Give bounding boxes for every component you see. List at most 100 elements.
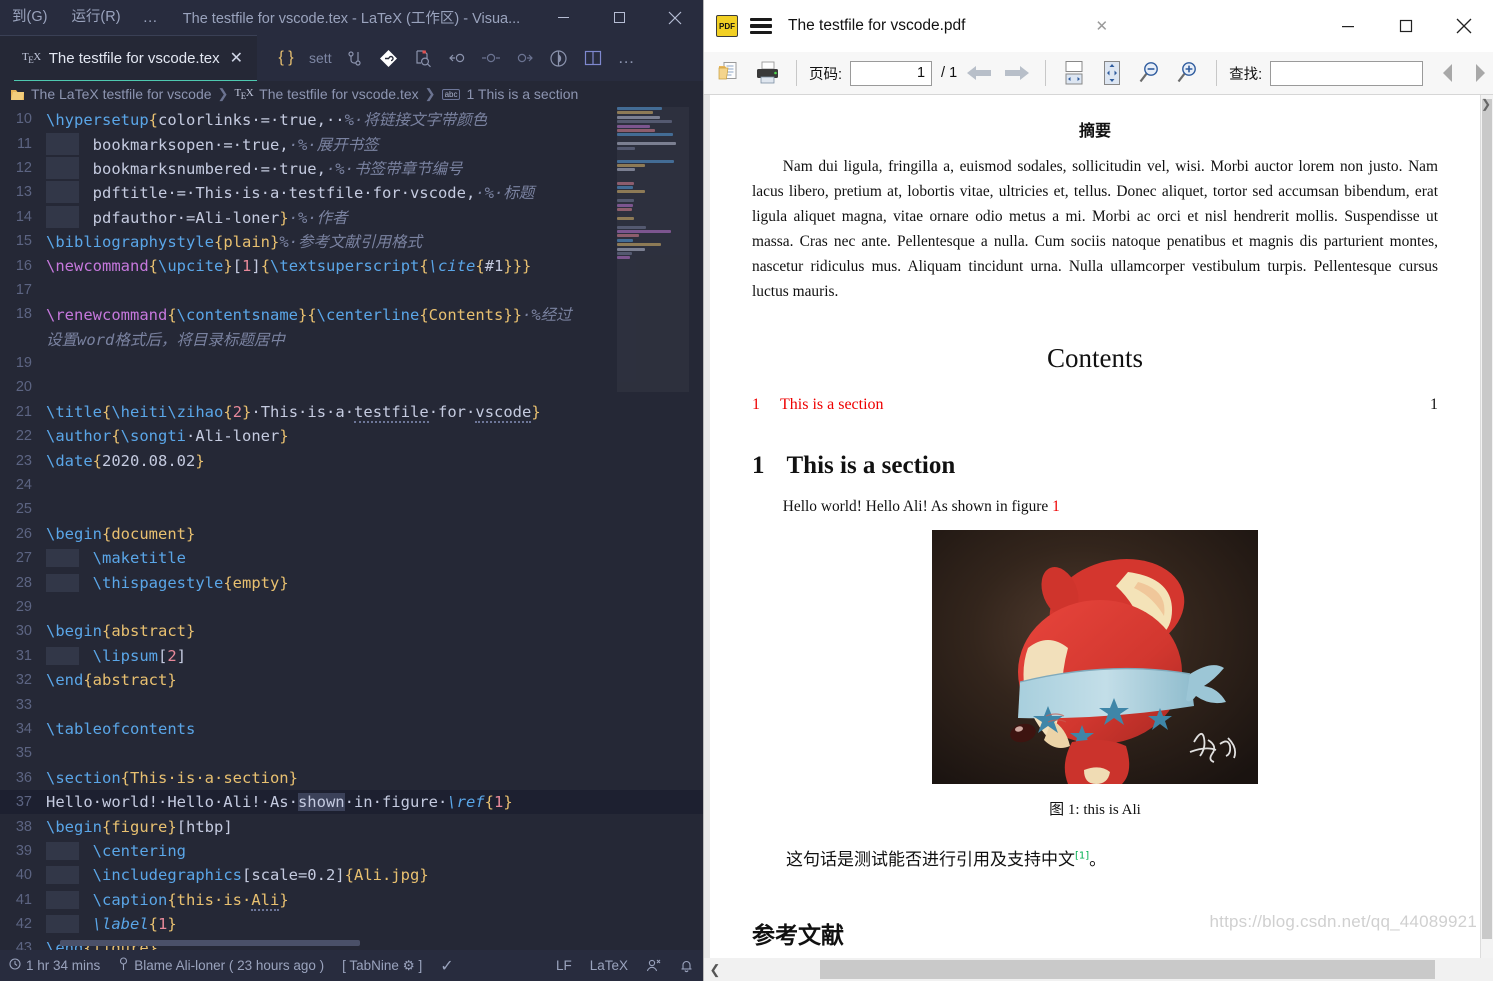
code-text[interactable]: Hello·world!·Hello·Ali!·As·shown·in·figu… [46,793,703,812]
code-text[interactable]: \date{2020.08.02} [46,452,703,470]
find-next-icon[interactable] [1467,57,1493,89]
code-text[interactable]: → \caption{this·is·Ali} [46,890,703,911]
code-line[interactable]: 14 → pdfauthor·=Ali-loner}·%·作者 [0,205,703,229]
code-text[interactable]: → \label{1} [46,915,703,934]
pdf-vertical-scrollbar[interactable]: ❯ [1480,95,1493,958]
code-editor[interactable]: 10 \hypersetup{colorlinks·=·true,··%·将链接文… [0,107,703,950]
code-text[interactable]: → pdfauthor·=Ali-loner}·%·作者 [46,205,703,228]
code-text[interactable]: \renewcommand{\contentsname}{\centerline… [46,303,703,325]
editor-horizontal-scrollbar[interactable] [46,940,613,950]
code-line[interactable]: 21 \title{\heiti\zihao{2}·This·is·a·testf… [0,400,703,424]
go-previous-icon[interactable] [440,36,474,80]
code-text[interactable]: \end{abstract} [46,671,703,689]
toc-entry[interactable]: 1 This is a section 1 [752,396,1438,414]
close-icon[interactable] [647,0,703,35]
close-icon[interactable]: ✕ [228,50,245,67]
code-line[interactable]: 29 [0,595,703,619]
chevron-down-icon[interactable]: ❯ [1481,97,1491,111]
code-line[interactable]: 41 → \caption{this·is·Ali} [0,888,703,912]
pdf-page-viewport[interactable]: 摘要 Nam dui ligula, fringilla a, euismod … [704,95,1493,958]
zoom-in-icon[interactable] [1172,57,1204,89]
code-text[interactable]: \hypersetup{colorlinks·=·true,··%·将链接文字带… [46,108,703,130]
code-line[interactable]: 16 \newcommand{\upcite}[1]{\textsuperscri… [0,253,703,277]
code-text[interactable]: \bibliographystyle{plain}%·参考文献引用格式 [46,230,703,252]
code-text[interactable]: 设置word格式后，将目录标题居中 [46,328,703,350]
code-line[interactable]: 24 [0,473,703,497]
code-text[interactable]: → bookmarksnumbered·=·true,·%·书签带章节编号 [46,156,703,179]
code-text[interactable]: \title{\heiti\zihao{2}·This·is·a·testfil… [46,402,703,423]
code-text[interactable]: \newcommand{\upcite}[1]{\textsuperscript… [46,257,703,275]
citation-link[interactable]: [1] [1075,850,1089,861]
code-line[interactable]: 18 \renewcommand{\contentsname}{\centerli… [0,302,703,326]
code-line[interactable]: 34 \tableofcontents [0,717,703,741]
status-time-tracker[interactable]: 1 hr 34 mins [0,958,109,973]
find-prev-icon[interactable] [1435,57,1461,89]
bell-icon[interactable] [670,958,703,973]
editor-vertical-scrollbar[interactable] [689,107,703,950]
code-line[interactable]: 40 → \includegraphics[scale=0.2]{Ali.jpg} [0,863,703,887]
code-line[interactable]: 15 \bibliographystyle{plain}%·参考文献引用格式 [0,229,703,253]
code-line[interactable]: 20 [0,375,703,399]
editor-minimap[interactable] [617,107,689,950]
code-line[interactable]: 39 → \centering [0,839,703,863]
code-line[interactable]: 26 \begin{document} [0,522,703,546]
hamburger-icon[interactable] [750,17,772,35]
code-line[interactable]: 17 [0,278,703,302]
code-text[interactable]: → pdftitle·=·This·is·a·testfile·for·vsco… [46,181,703,204]
code-line[interactable]: 33 [0,692,703,716]
more-actions-icon[interactable]: … [610,36,644,80]
code-text[interactable]: \tableofcontents [46,720,703,738]
split-editor-icon[interactable] [576,36,610,80]
code-text[interactable]: → \thispagestyle{empty} [46,573,703,592]
maximize-icon[interactable] [1377,0,1435,52]
code-line[interactable]: 28 → \thispagestyle{empty} [0,570,703,594]
print-icon[interactable] [752,57,784,89]
code-line[interactable]: 12 → bookmarksnumbered·=·true,·%·书签带章节编号 [0,156,703,180]
scrollbar-thumb[interactable] [820,960,1435,979]
status-tabnine[interactable]: [ TabNine ⚙ ] [333,958,431,974]
maximize-icon[interactable] [591,0,647,35]
code-line[interactable]: 10 \hypersetup{colorlinks·=·true,··%·将链接文… [0,107,703,131]
code-text[interactable]: → \lipsum[2] [46,646,703,665]
menu-item-more[interactable]: … [133,0,170,35]
status-eol[interactable]: LF [547,958,581,973]
status-git-blame[interactable]: Blame Ali-loner ( 23 hours ago ) [109,957,333,974]
open-file-icon[interactable] [714,57,746,89]
code-text[interactable]: \begin{document} [46,525,703,543]
git-icon[interactable] [372,36,406,80]
code-line[interactable]: 38 \begin{figure}[htbp] [0,814,703,838]
code-lines-container[interactable]: 10 \hypersetup{colorlinks·=·true,··%·将链接文… [0,107,703,950]
fit-page-icon[interactable] [1096,57,1128,89]
fit-width-icon[interactable] [1058,57,1090,89]
code-text[interactable]: \begin{abstract} [46,622,703,640]
code-line[interactable]: 32 \end{abstract} [0,668,703,692]
minimize-icon[interactable] [1319,0,1377,52]
arrow-right-icon[interactable] [1001,57,1033,89]
minimize-icon[interactable] [535,0,591,35]
code-text[interactable]: → \includegraphics[scale=0.2]{Ali.jpg} [46,866,703,885]
search-document-icon[interactable] [406,36,440,80]
braces-icon[interactable]: { } [269,36,303,80]
code-line[interactable]: 42 → \label{1} [0,912,703,936]
source-control-graph-icon[interactable] [338,36,372,80]
code-line[interactable]: 25 [0,497,703,521]
find-input[interactable] [1270,60,1423,86]
code-line[interactable]: 27 → \maketitle [0,546,703,570]
feedback-icon[interactable] [637,958,670,973]
breadcrumb-item-file[interactable]: The testfile for vscode.tex [259,86,419,102]
menu-item-goto[interactable]: 到(G) [0,0,59,35]
editor-tab-active[interactable]: TEX The testfile for vscode.tex ✕ [0,35,258,81]
code-line[interactable]: 22 \author{\songti·Ali-loner} [0,424,703,448]
zoom-out-icon[interactable] [1134,57,1166,89]
code-line[interactable]: 23 \date{2020.08.02} [0,448,703,472]
go-next-icon[interactable] [508,36,542,80]
code-line[interactable]: 35 [0,741,703,765]
code-text[interactable]: \section{This·is·a·section} [46,769,703,787]
code-line[interactable]: 37 Hello·world!·Hello·Ali!·As·shown·in·fi… [0,789,703,815]
code-line[interactable]: 设置word格式后，将目录标题居中 [0,327,703,351]
close-icon[interactable]: ✕ [1095,17,1108,35]
code-text[interactable]: \author{\songti·Ali-loner} [46,427,703,445]
pdf-document-tab[interactable]: The testfile for vscode.pdf ✕ [788,17,1108,35]
code-line[interactable]: 31 → \lipsum[2] [0,644,703,668]
code-text[interactable]: → bookmarksopen·=·true,·%·展开书签 [46,132,703,155]
